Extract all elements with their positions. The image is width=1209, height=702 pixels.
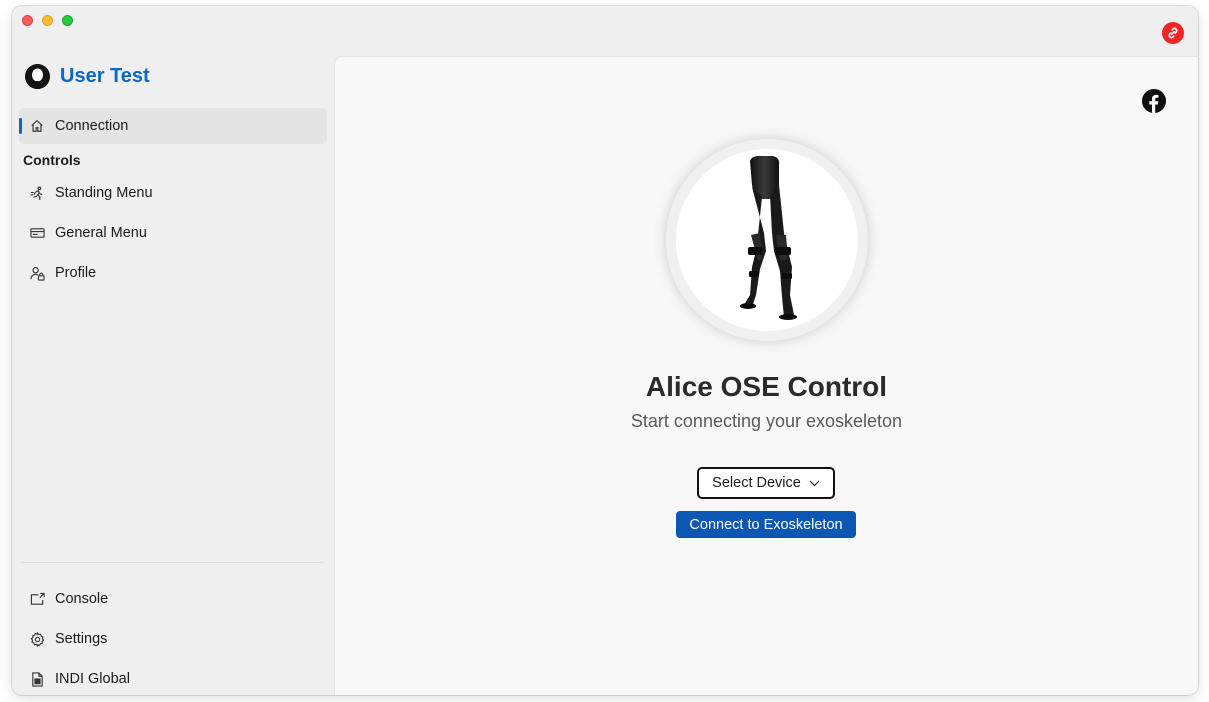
sidebar-item-standing-menu[interactable]: Standing Menu <box>19 175 327 211</box>
sidebar-item-label: General Menu <box>55 225 147 241</box>
chevron-down-icon <box>809 475 820 491</box>
person-lock-icon <box>29 265 45 281</box>
user-header: User Test <box>25 63 150 89</box>
sidebar-item-label: Profile <box>55 265 97 281</box>
sidebar-item-label: Console <box>55 591 109 607</box>
link-icon[interactable] <box>1162 22 1184 44</box>
sidebar-item-profile[interactable]: Profile <box>19 255 327 291</box>
gear-icon <box>29 631 45 647</box>
sidebar-item-indi-global[interactable]: INDI Global <box>19 661 327 695</box>
sidebar-item-connection[interactable]: Connection <box>19 108 327 144</box>
card-icon <box>29 225 45 241</box>
page-title: Alice OSE Control <box>645 371 888 402</box>
sidebar-divider <box>21 562 324 563</box>
device-select[interactable]: Select Device <box>697 467 835 499</box>
home-icon <box>29 118 45 134</box>
export-window-icon <box>29 591 45 607</box>
app-window: User Test Connection Controls Standing M… <box>12 6 1198 695</box>
user-name: User Test <box>60 64 150 87</box>
main-panel: Alice OSE Control Start connecting your … <box>334 56 1198 695</box>
title-bar <box>12 6 1198 56</box>
sidebar-item-label: INDI Global <box>55 671 130 687</box>
sidebar-item-settings[interactable]: Settings <box>19 621 327 657</box>
minimize-window-button[interactable] <box>42 15 53 26</box>
sidebar-item-console[interactable]: Console <box>19 581 327 617</box>
avatar-icon <box>25 63 50 89</box>
zoom-window-button[interactable] <box>62 15 73 26</box>
exoskeleton-image <box>676 149 858 331</box>
exoskeleton-image-frame <box>666 139 868 341</box>
sidebar-item-label: Connection <box>55 118 129 134</box>
device-select-label: Select Device <box>712 475 801 491</box>
running-person-icon <box>29 185 45 201</box>
sidebar: User Test Connection Controls Standing M… <box>12 56 333 695</box>
sidebar-item-general-menu[interactable]: General Menu <box>19 215 327 251</box>
sidebar-item-label: Settings <box>55 631 108 647</box>
section-title-controls: Controls <box>23 152 81 168</box>
close-window-button[interactable] <box>22 15 33 26</box>
sidebar-item-label: Standing Menu <box>55 185 153 201</box>
document-icon <box>29 671 45 687</box>
connect-button[interactable]: Connect to Exoskeleton <box>676 511 856 538</box>
page-subtitle: Start connecting your exoskeleton <box>630 411 903 431</box>
facebook-icon[interactable] <box>1142 89 1166 113</box>
